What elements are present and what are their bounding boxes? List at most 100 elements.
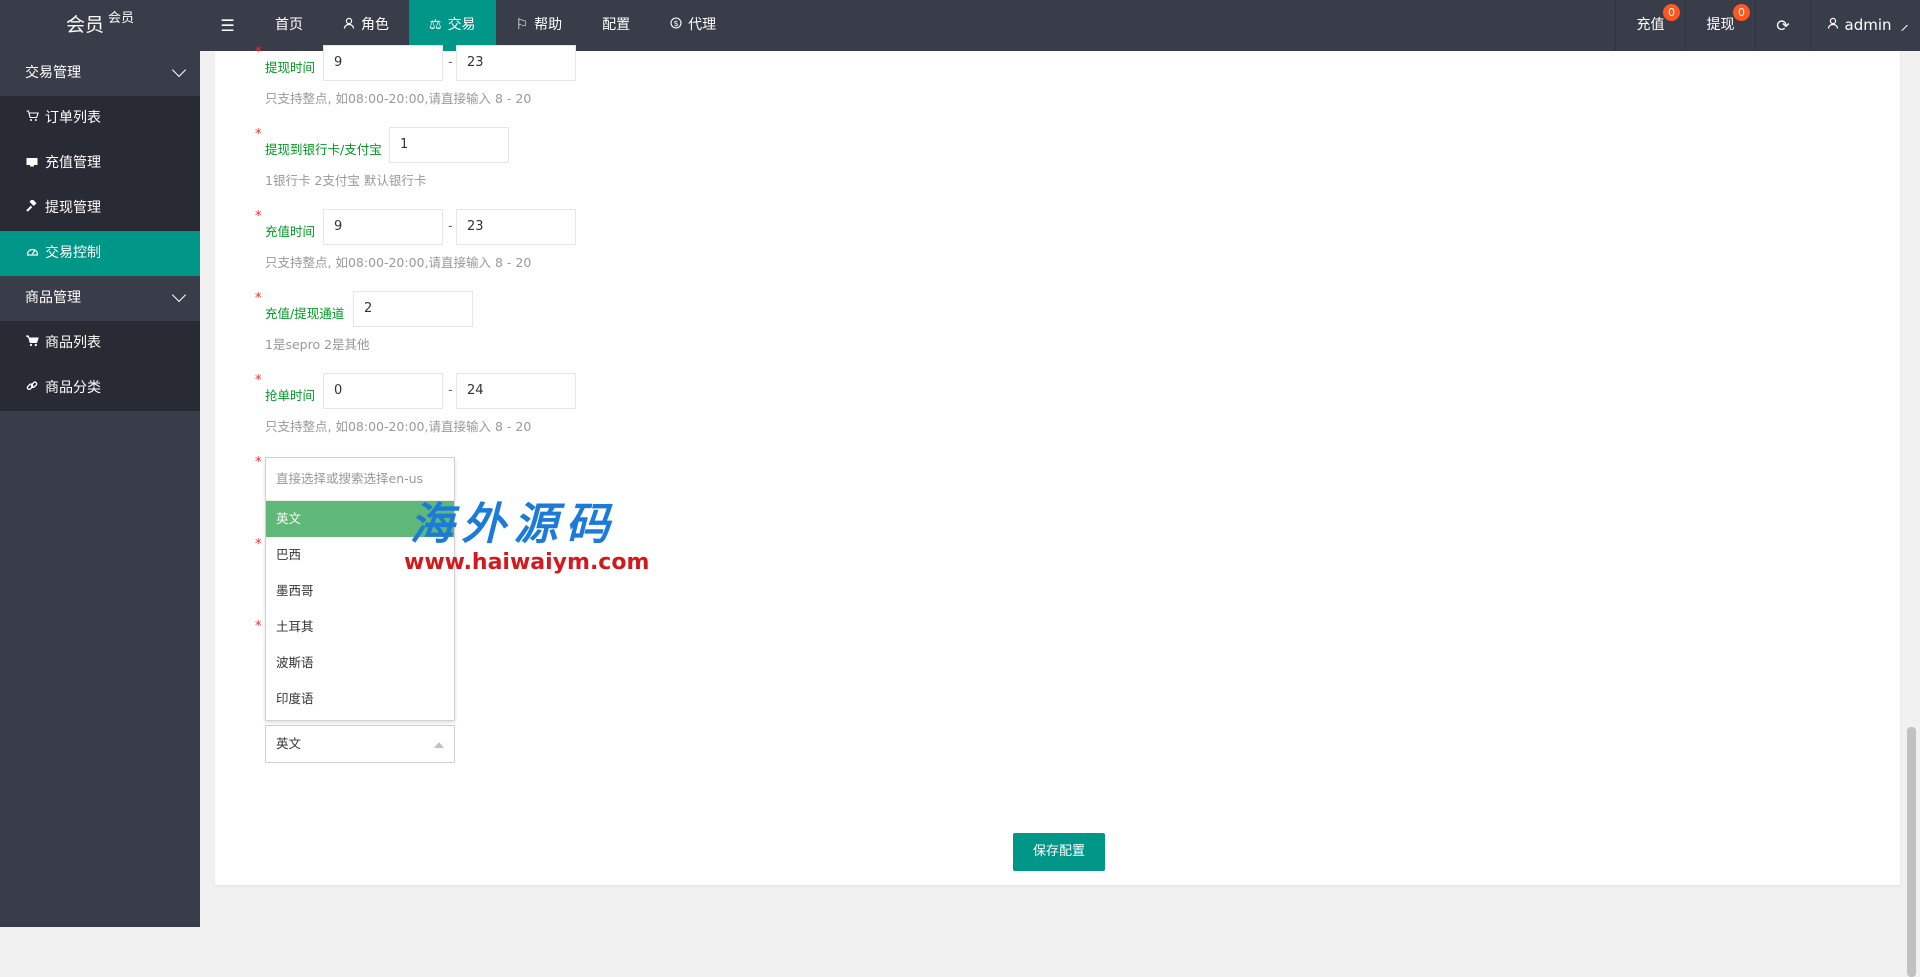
nav-label: 配置 (602, 17, 631, 33)
user-menu[interactable]: admin (1810, 0, 1920, 51)
sidebar-item-withdraw[interactable]: 提现管理 (0, 186, 200, 231)
nav-agent[interactable]: $ 代理 (650, 0, 736, 51)
field-label: 充值/提现通道 (265, 306, 345, 321)
grab-time-to-input[interactable]: 24 (456, 373, 576, 409)
language-search-input[interactable]: 直接选择或搜索选择en-us (266, 458, 454, 501)
required-mark: * (255, 291, 262, 306)
recharge-time-from-input[interactable]: 9 (323, 209, 443, 245)
config-form-panel: * 提现时间 9 - 23 只支持整点, 如08:00-20:00,请直接输入 … (215, 45, 1900, 885)
range-separator: - (448, 219, 453, 234)
save-config-button[interactable]: 保存配置 (1013, 833, 1105, 871)
nav-role[interactable]: 角色 (323, 0, 409, 51)
withdraw-time-to-input[interactable]: 23 (456, 45, 576, 81)
card-icon (25, 141, 39, 186)
field-hint: 1是sepro 2是其他 (265, 337, 370, 352)
field-hint: 只支持整点, 如08:00-20:00,请直接输入 8 - 20 (265, 419, 532, 434)
logo[interactable]: 会员 会员 (0, 0, 200, 51)
top-header: 会员 会员 ☰ 首页 角色 ⚖ 交易 ⚐ 帮助 配置 $ 代理 充值 0 提现 … (0, 0, 1920, 51)
gauge-icon (25, 231, 39, 276)
sidebar-item-goods-list[interactable]: 商品列表 (0, 321, 200, 366)
field-label: 提现到银行卡/支付宝 (265, 142, 382, 157)
scrollbar-thumb[interactable] (1907, 727, 1916, 977)
nav-label: 角色 (361, 17, 389, 33)
top-nav-right: 充值 0 提现 0 ⟳ admin (1615, 0, 1920, 51)
sidebar-group-trade[interactable]: 交易管理 (0, 51, 200, 96)
menu-toggle-icon: ☰ (220, 16, 235, 35)
field-label: 充值时间 (265, 224, 316, 239)
required-mark: * (255, 619, 262, 634)
language-select[interactable]: 英文 (265, 725, 455, 763)
recharge-time-to-input[interactable]: 23 (456, 209, 576, 245)
nav-help[interactable]: ⚐ 帮助 (496, 0, 583, 51)
sidebar-item-goods-category[interactable]: 商品分类 (0, 366, 200, 411)
svg-text:$: $ (674, 19, 679, 28)
sidebar-item-label: 订单列表 (45, 110, 101, 126)
group-label: 交易管理 (25, 65, 81, 81)
required-mark: * (255, 127, 262, 142)
language-option[interactable]: 墨西哥 (266, 573, 454, 609)
user-icon (343, 0, 355, 51)
withdraw-time-from-input[interactable]: 9 (323, 45, 443, 81)
recharge-notice[interactable]: 充值 0 (1615, 0, 1685, 51)
field-hint: 只支持整点, 如08:00-20:00,请直接输入 8 - 20 (265, 255, 532, 270)
recharge-label: 充值 (1636, 17, 1665, 33)
user-icon (1827, 0, 1839, 51)
required-mark: * (255, 373, 262, 388)
range-separator: - (448, 383, 453, 398)
nav-home[interactable]: 首页 (255, 0, 323, 51)
field-hint: 1银行卡 2支付宝 默认银行卡 (265, 173, 427, 188)
dollar-icon: $ (670, 0, 682, 51)
sidebar-item-label: 充值管理 (45, 155, 101, 171)
nav-trade[interactable]: ⚖ 交易 (409, 0, 496, 51)
top-nav: ☰ 首页 角色 ⚖ 交易 ⚐ 帮助 配置 $ 代理 (200, 0, 736, 51)
sidebar: 交易管理 订单列表 充值管理 提现管理 交易控制 商品管理 商品列表 商品分类 (0, 51, 200, 927)
nav-label: 交易 (447, 17, 476, 33)
refresh-icon: ⟳ (1776, 16, 1790, 35)
language-option[interactable]: 土耳其 (266, 609, 454, 645)
withdraw-notice[interactable]: 提现 0 (1685, 0, 1755, 51)
chevron-up-icon (1900, 24, 1908, 31)
link-icon (25, 366, 39, 411)
watermark-title: 海外源码 (409, 499, 618, 550)
field-hint: 只支持整点, 如08:00-20:00,请直接输入 8 - 20 (265, 91, 532, 106)
gavel-icon (25, 186, 39, 231)
language-option[interactable]: 印度语 (266, 681, 454, 717)
sidebar-item-trade-control[interactable]: 交易控制 (0, 231, 200, 276)
nav-label: 帮助 (534, 17, 563, 33)
sidebar-toggle-button[interactable]: ☰ (200, 0, 255, 51)
required-mark: * (255, 537, 262, 552)
channel-input[interactable]: 2 (353, 291, 473, 327)
nav-label: 代理 (688, 17, 717, 33)
logo-sup: 会员 (108, 11, 135, 26)
refresh-button[interactable]: ⟳ (1755, 0, 1810, 51)
sidebar-item-orders[interactable]: 订单列表 (0, 96, 200, 141)
caret-up-icon (434, 742, 444, 748)
watermark-url: www.haiwaiym.com (404, 550, 650, 575)
sidebar-item-label: 提现管理 (45, 200, 101, 216)
nav-config[interactable]: 配置 (582, 0, 650, 51)
flag-icon: ⚐ (515, 17, 529, 33)
user-name: admin (1844, 16, 1892, 34)
logo-text: 会员 (65, 14, 104, 36)
chevron-down-icon (171, 62, 187, 78)
field-label: 提现时间 (265, 60, 316, 75)
sidebar-item-label: 交易控制 (45, 245, 101, 261)
nav-label: 首页 (275, 17, 303, 33)
scale-icon: ⚖ (429, 17, 442, 33)
watermark: 海外源码 www.haiwaiym.com (378, 500, 649, 576)
sidebar-item-label: 商品列表 (45, 335, 101, 351)
sidebar-item-label: 商品分类 (45, 380, 101, 396)
sidebar-item-recharge[interactable]: 充值管理 (0, 141, 200, 186)
language-selected-value: 英文 (276, 736, 302, 751)
required-mark: * (255, 209, 262, 224)
sidebar-group-goods[interactable]: 商品管理 (0, 276, 200, 321)
language-option[interactable]: 波斯语 (266, 645, 454, 681)
required-mark: * (255, 45, 262, 60)
recharge-badge: 0 (1663, 4, 1680, 21)
withdraw-target-input[interactable]: 1 (389, 127, 509, 163)
chevron-down-icon (171, 287, 187, 303)
group-label: 商品管理 (25, 290, 81, 306)
grab-time-from-input[interactable]: 0 (323, 373, 443, 409)
page-scrollbar[interactable] (1903, 51, 1920, 977)
range-separator: - (448, 55, 453, 70)
